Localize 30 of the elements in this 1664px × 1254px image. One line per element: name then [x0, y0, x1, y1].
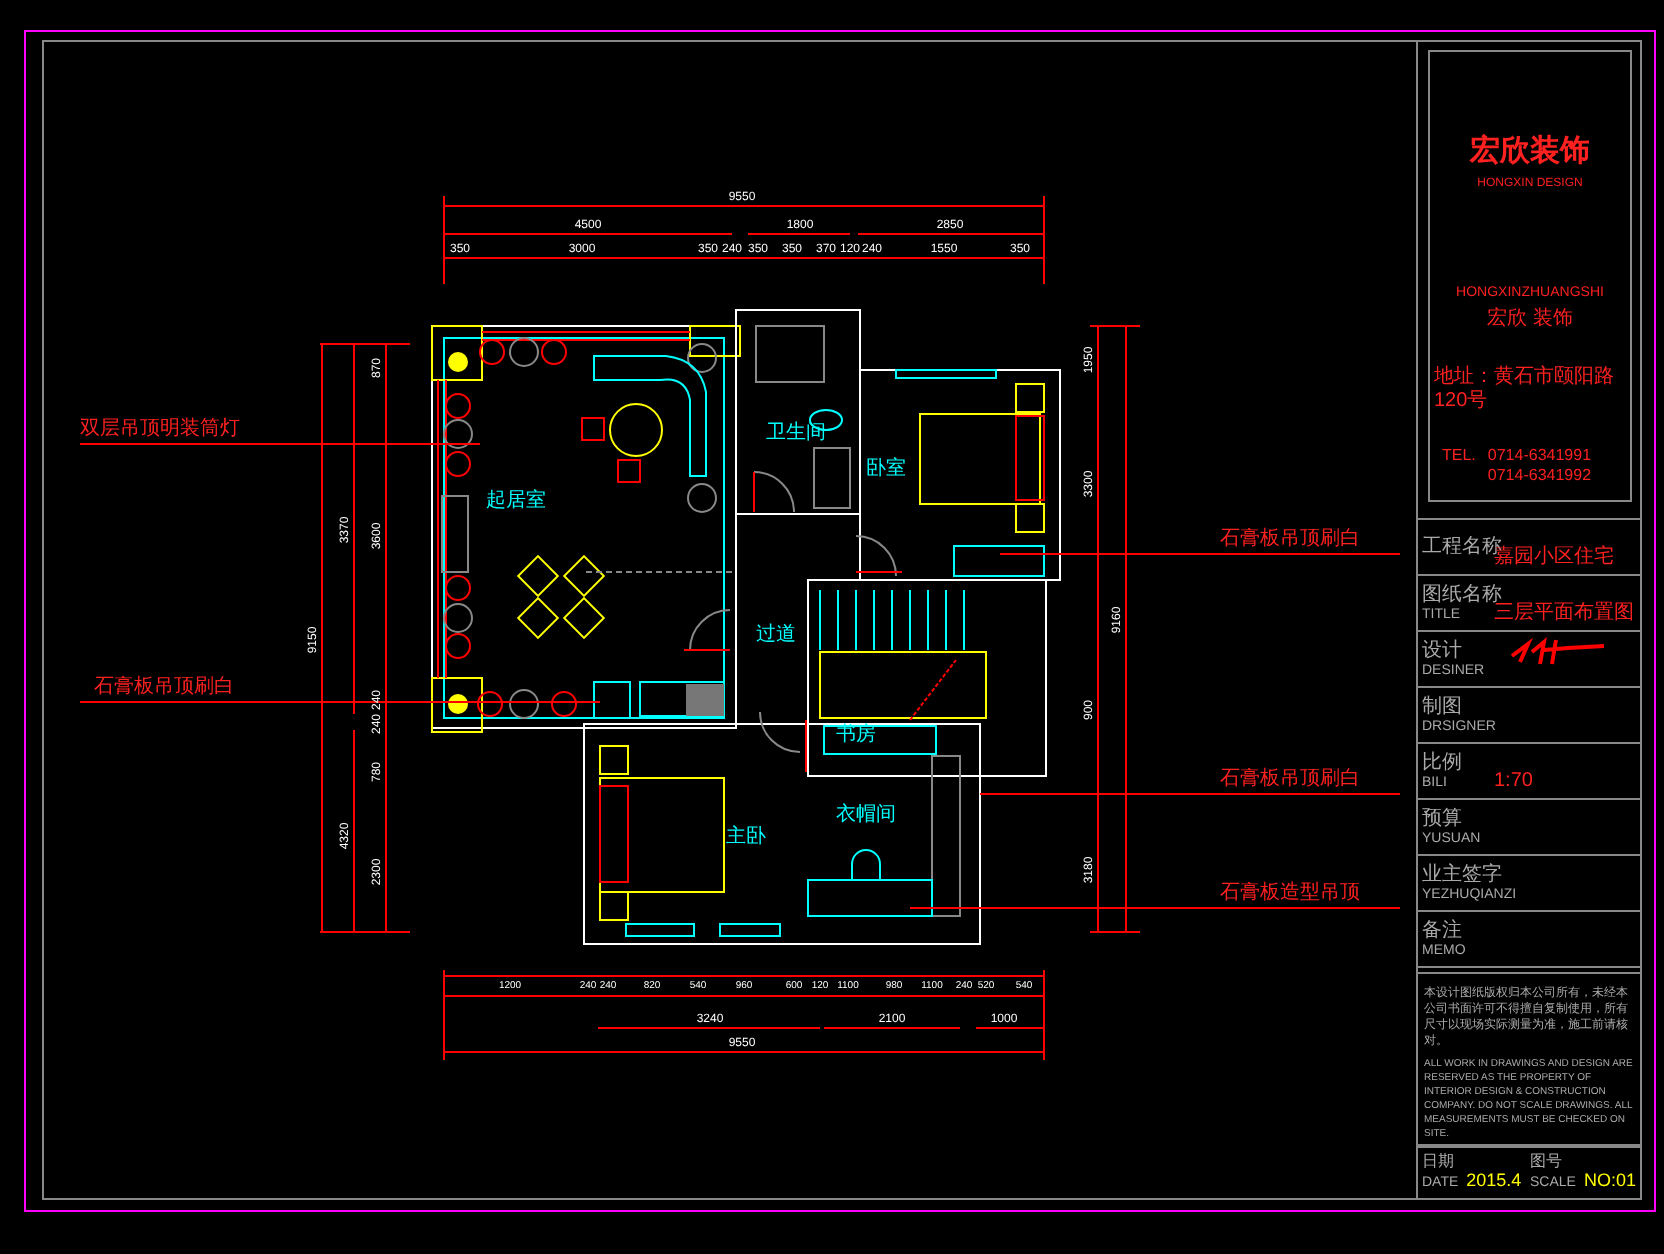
field-label: 备注	[1422, 919, 1462, 942]
field-value: 三层平面布置图	[1494, 604, 1634, 625]
callout-label: 石膏板吊顶刷白	[1220, 770, 1360, 790]
phone-number: 0714-6341992	[1487, 466, 1592, 486]
field-value: 1:70	[1494, 772, 1533, 793]
field-label: 图号	[1530, 1152, 1564, 1173]
room-label: 主卧	[726, 828, 766, 848]
field-label: 设计	[1422, 639, 1462, 662]
room-label: 卧室	[866, 460, 906, 480]
callout-label: 双层吊顶明装筒灯	[80, 420, 240, 440]
room-label: 衣帽间	[836, 806, 896, 826]
field-label: 日期	[1422, 1152, 1456, 1173]
company-name: 宏欣装饰	[1470, 136, 1590, 166]
field-label: 业主签字	[1422, 863, 1502, 886]
callout-label: 石膏板吊顶刷白	[94, 678, 234, 698]
callout-label: 石膏板造型吊顶	[1220, 884, 1360, 904]
company-short-name: 宏欣 装饰	[1487, 310, 1573, 330]
phone-number: 0714-6341991	[1487, 446, 1592, 466]
date-value: 2015.4	[1466, 1172, 1522, 1191]
tel-label: TEL.	[1442, 446, 1476, 468]
field-label: 图纸名称	[1422, 583, 1502, 606]
signature-drawing	[1508, 636, 1608, 668]
callout-label: 石膏板吊顶刷白	[1220, 530, 1360, 550]
field-label: 比例	[1422, 751, 1462, 774]
field-label: 制图	[1422, 695, 1462, 718]
room-label: 起居室	[486, 492, 546, 512]
field-label: 预算	[1422, 807, 1462, 830]
room-label: 过道	[756, 626, 796, 646]
drawing-number: NO:01	[1583, 1172, 1636, 1191]
company-address: 地址：黄石市颐阳路120号	[1432, 366, 1616, 414]
